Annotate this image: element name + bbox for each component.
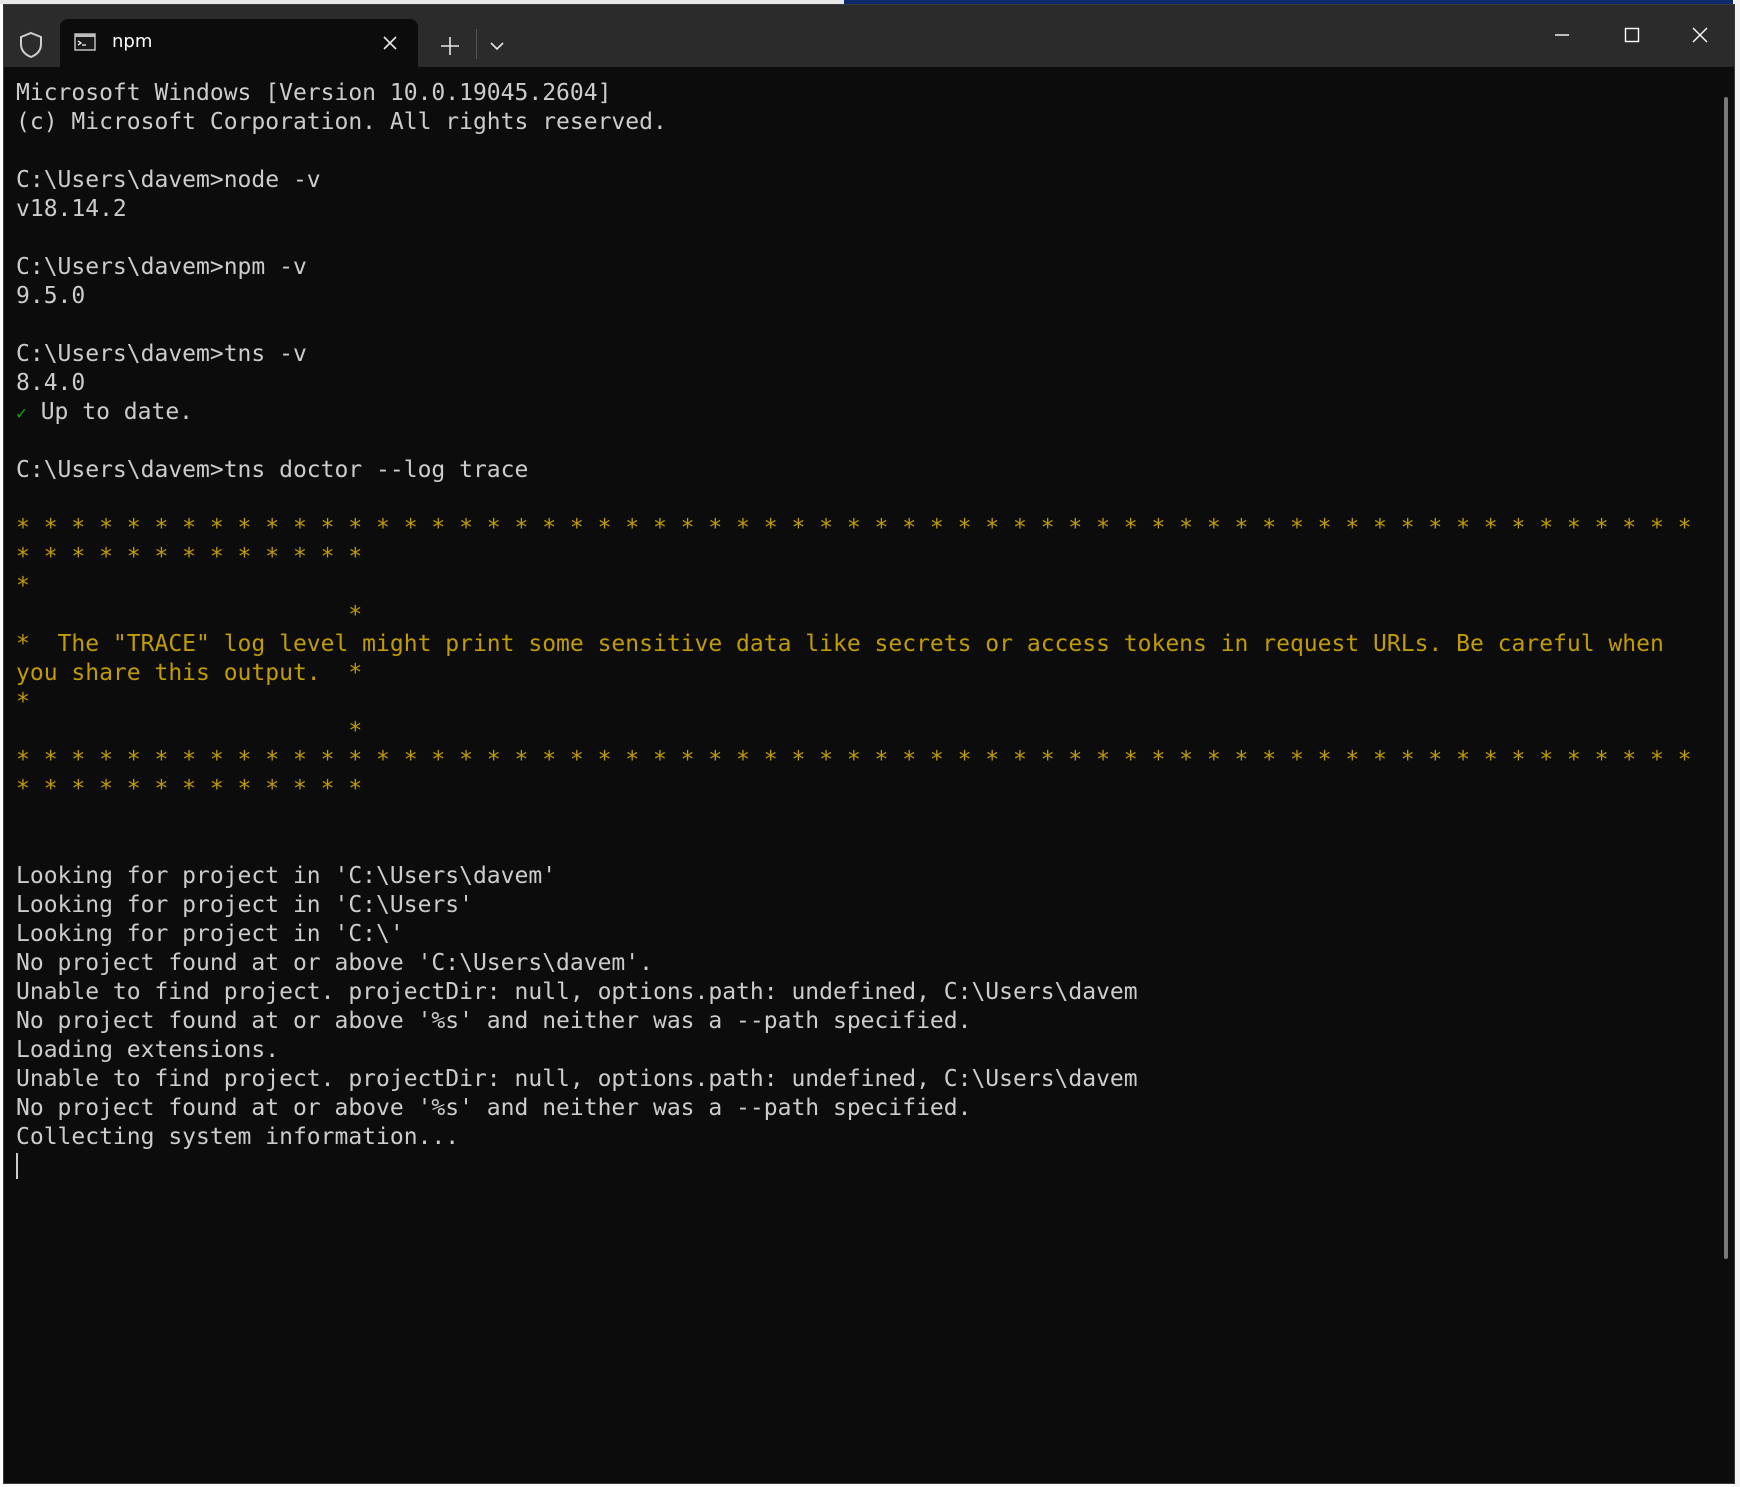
terminal-line-text: v18.14.2 <box>16 196 127 222</box>
terminal-line: 9.5.0 <box>16 282 1696 311</box>
terminal-line: you share this output. * <box>16 659 1696 688</box>
scrollbar[interactable] <box>1724 97 1728 1259</box>
terminal-line-text: No project found at or above '%s' and ne… <box>16 1008 972 1034</box>
maximize-button[interactable] <box>1602 13 1662 57</box>
terminal-line-text: 9.5.0 <box>16 283 86 309</box>
terminal-line: Unable to find project. projectDir: null… <box>16 978 1696 1007</box>
terminal-line: C:\Users\davem>node -v <box>16 166 1696 195</box>
terminal-line-text: Looking for project in 'C:\Users\davem' <box>16 863 557 889</box>
terminal-line: * * * * * * * * * * * * * <box>16 775 1696 804</box>
tab-dropdown-button[interactable] <box>480 31 514 61</box>
terminal-line-text: C:\Users\davem>npm -v <box>16 254 307 280</box>
terminal-line-text: * * * * * * * * * * * * * * * * * * * * … <box>16 515 1692 541</box>
terminal-line: 8.4.0 <box>16 369 1696 398</box>
close-icon <box>383 36 397 50</box>
terminal-line: Looking for project in 'C:\Users\davem' <box>16 862 1696 891</box>
terminal-line-text: Up to date. <box>26 399 194 425</box>
terminal-line: * <box>16 601 1696 630</box>
minimize-icon <box>1555 34 1569 36</box>
title-bar[interactable]: npm <box>4 5 1734 67</box>
terminal-line: C:\Users\davem>npm -v <box>16 253 1696 282</box>
terminal-line: * * * * * * * * * * * * * * * * * * * * … <box>16 514 1696 543</box>
checkmark-icon: ✓ <box>16 403 27 424</box>
terminal-prompt-line[interactable] <box>16 1152 1696 1181</box>
terminal-line-text: Microsoft Windows [Version 10.0.19045.26… <box>16 80 612 106</box>
terminal-line-text: No project found at or above '%s' and ne… <box>16 1095 972 1121</box>
terminal-line-text: Loading extensions. <box>16 1037 280 1063</box>
plus-icon <box>441 37 459 55</box>
chevron-down-icon <box>490 42 504 51</box>
terminal-line-text: * * * * * * * * * * * * * <box>16 776 363 802</box>
tab-title: npm <box>112 31 153 52</box>
terminal-line-text: C:\Users\davem>node -v <box>16 167 321 193</box>
terminal-line-text: Looking for project in 'C:\Users' <box>16 892 473 918</box>
terminal-line-text: * * * * * * * * * * * * * <box>16 544 363 570</box>
tab-npm[interactable]: npm <box>60 19 418 67</box>
terminal-line: ✓ Up to date. <box>16 398 1696 427</box>
terminal-line: Looking for project in 'C:\Users' <box>16 891 1696 920</box>
terminal-line: No project found at or above '%s' and ne… <box>16 1007 1696 1036</box>
close-window-button[interactable] <box>1670 13 1730 57</box>
terminal-line: Collecting system information... <box>16 1123 1696 1152</box>
terminal-line: Loading extensions. <box>16 1036 1696 1065</box>
tab-separator <box>476 29 477 59</box>
terminal-line: * * * * * * * * * * * * * <box>16 543 1696 572</box>
terminal-line: Looking for project in 'C:\' <box>16 920 1696 949</box>
terminal-line: C:\Users\davem>tns -v <box>16 340 1696 369</box>
terminal-line-text: * <box>16 573 30 599</box>
terminal-line-text: 8.4.0 <box>16 370 86 396</box>
maximize-icon <box>1624 27 1640 43</box>
terminal-line: * * * * * * * * * * * * * * * * * * * * … <box>16 746 1696 775</box>
terminal-line-text: * <box>16 689 30 715</box>
shield-icon <box>18 31 44 59</box>
terminal-window: npm Microsoft Windows [Version 10.0.1904… <box>3 4 1735 1484</box>
terminal-line-text: * * * * * * * * * * * * * * * * * * * * … <box>16 747 1692 773</box>
terminal-icon <box>74 33 96 51</box>
terminal-line: No project found at or above '%s' and ne… <box>16 1094 1696 1123</box>
terminal-line-text: you share this output. * <box>16 660 363 686</box>
terminal-line-text: C:\Users\davem>tns -v <box>16 341 307 367</box>
terminal-line-text: Looking for project in 'C:\' <box>16 921 404 947</box>
terminal-line: Microsoft Windows [Version 10.0.19045.26… <box>16 79 1696 108</box>
terminal-line: (c) Microsoft Corporation. All rights re… <box>16 108 1696 137</box>
terminal-line: * The "TRACE" log level might print some… <box>16 630 1696 659</box>
text-cursor <box>16 1153 18 1179</box>
terminal-line-text: Collecting system information... <box>16 1124 460 1150</box>
terminal-line: No project found at or above 'C:\Users\d… <box>16 949 1696 978</box>
minimize-button[interactable] <box>1532 13 1592 57</box>
terminal-line: C:\Users\davem>tns doctor --log trace <box>16 456 1696 485</box>
terminal-line-text: C:\Users\davem>tns doctor --log trace <box>16 457 529 483</box>
terminal-line-text: Unable to find project. projectDir: null… <box>16 1066 1138 1092</box>
close-icon <box>1692 27 1708 43</box>
terminal-output[interactable]: Microsoft Windows [Version 10.0.19045.26… <box>16 79 1696 1479</box>
terminal-line-text: * <box>16 602 363 628</box>
terminal-line: * <box>16 688 1696 717</box>
terminal-line-text: No project found at or above 'C:\Users\d… <box>16 950 653 976</box>
new-tab-button[interactable] <box>432 29 468 63</box>
terminal-line-text: * The "TRACE" log level might print some… <box>16 631 1664 657</box>
terminal-line-text: Unable to find project. projectDir: null… <box>16 979 1138 1005</box>
terminal-line: * <box>16 717 1696 746</box>
terminal-line: Unable to find project. projectDir: null… <box>16 1065 1696 1094</box>
terminal-line-text: (c) Microsoft Corporation. All rights re… <box>16 109 667 135</box>
terminal-line: v18.14.2 <box>16 195 1696 224</box>
close-tab-button[interactable] <box>376 29 404 57</box>
terminal-line-text: * <box>16 718 363 744</box>
terminal-line: * <box>16 572 1696 601</box>
